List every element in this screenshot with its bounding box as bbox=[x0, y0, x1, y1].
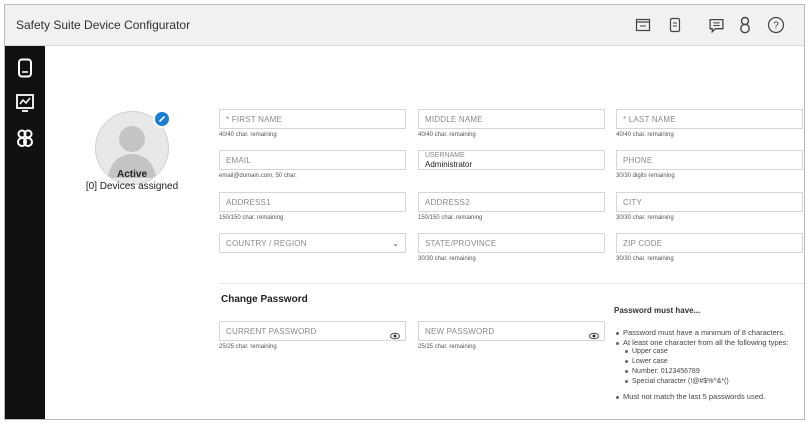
password-rule: Upper case bbox=[625, 348, 668, 355]
user-profile-panel: Active [0] Devices assigned * FIRST NAME… bbox=[45, 46, 804, 419]
password-rule: Must not match the last 5 passwords used… bbox=[616, 392, 765, 401]
username-value: Administrator bbox=[425, 160, 473, 169]
monitor-icon[interactable] bbox=[632, 14, 654, 36]
middle-name-placeholder: MIDDLE NAME bbox=[425, 115, 483, 124]
phone-field[interactable]: PHONE bbox=[616, 150, 803, 170]
devices-assigned: [0] Devices assigned bbox=[85, 181, 179, 192]
eye-icon[interactable] bbox=[390, 327, 400, 345]
app-header: Safety Suite Device Configurator ? bbox=[5, 5, 804, 46]
state-hint: 30/30 char. remaining bbox=[418, 256, 476, 262]
dashboard-icon[interactable] bbox=[13, 91, 37, 115]
password-rules-title: Password must have... bbox=[614, 306, 701, 315]
status-label: Active bbox=[116, 169, 147, 180]
address1-hint: 150/150 char. remaining bbox=[219, 215, 284, 221]
new-password-placeholder: NEW PASSWORD bbox=[425, 327, 495, 336]
device-doc-icon[interactable] bbox=[664, 14, 686, 36]
password-rule: At least one character from all the foll… bbox=[616, 338, 789, 347]
chat-icon[interactable] bbox=[705, 14, 727, 36]
state-field[interactable]: STATE/PROVINCE bbox=[418, 233, 605, 253]
email-placeholder: EMAIL bbox=[226, 156, 252, 165]
phone-placeholder: PHONE bbox=[623, 156, 653, 165]
chevron-down-icon: ⌄ bbox=[392, 239, 399, 248]
current-password-field[interactable]: CURRENT PASSWORD bbox=[219, 321, 406, 341]
first-name-field[interactable]: * FIRST NAME bbox=[219, 109, 406, 129]
last-name-field[interactable]: * LAST NAME bbox=[616, 109, 803, 129]
state-placeholder: STATE/PROVINCE bbox=[425, 239, 497, 248]
first-name-placeholder: * FIRST NAME bbox=[226, 115, 283, 124]
zip-field[interactable]: ZIP CODE bbox=[616, 233, 803, 253]
middle-name-field[interactable]: MIDDLE NAME bbox=[418, 109, 605, 129]
app-window: Safety Suite Device Configurator ? Activ… bbox=[4, 4, 805, 420]
change-password-title: Change Password bbox=[221, 294, 308, 305]
new-password-hint: 25/25 char. remaining bbox=[418, 344, 476, 350]
address1-placeholder: ADDRESS1 bbox=[226, 198, 271, 207]
city-hint: 30/30 char. remaining bbox=[616, 215, 674, 221]
current-password-hint: 25/25 char. remaining bbox=[219, 344, 277, 350]
sidebar bbox=[5, 46, 45, 419]
device-icon[interactable] bbox=[13, 56, 37, 80]
svg-text:?: ? bbox=[773, 21, 779, 32]
address1-field[interactable]: ADDRESS1 bbox=[219, 192, 406, 212]
users-icon[interactable] bbox=[13, 126, 37, 150]
username-field[interactable]: USERNAME Administrator bbox=[418, 150, 605, 170]
zip-hint: 30/30 char. remaining bbox=[616, 256, 674, 262]
last-name-placeholder: * LAST NAME bbox=[623, 115, 676, 124]
address2-field[interactable]: ADDRESS2 bbox=[418, 192, 605, 212]
username-label: USERNAME bbox=[425, 152, 465, 159]
password-rule: Password must have a minimum of 8 charac… bbox=[616, 328, 785, 337]
email-field[interactable]: EMAIL bbox=[219, 150, 406, 170]
pencil-icon bbox=[158, 115, 166, 123]
city-field[interactable]: CITY bbox=[616, 192, 803, 212]
new-password-field[interactable]: NEW PASSWORD bbox=[418, 321, 605, 341]
first-name-hint: 40/40 char. remaining bbox=[219, 132, 277, 138]
help-icon[interactable]: ? bbox=[765, 14, 787, 36]
section-divider bbox=[219, 283, 804, 284]
current-password-placeholder: CURRENT PASSWORD bbox=[226, 327, 317, 336]
zip-placeholder: ZIP CODE bbox=[623, 239, 663, 248]
app-title: Safety Suite Device Configurator bbox=[16, 18, 191, 32]
phone-hint: 30/30 digits remaining bbox=[616, 173, 675, 179]
password-rule: Lower case bbox=[625, 358, 668, 365]
middle-name-hint: 40/40 char. remaining bbox=[418, 132, 476, 138]
country-select[interactable]: COUNTRY / REGION ⌄ bbox=[219, 233, 406, 253]
address2-placeholder: ADDRESS2 bbox=[425, 198, 470, 207]
address2-hint: 150/150 char. remaining bbox=[418, 215, 483, 221]
eye-icon[interactable] bbox=[589, 327, 599, 345]
edit-avatar-button[interactable] bbox=[153, 110, 171, 128]
last-name-hint: 40/40 char. remaining bbox=[616, 132, 674, 138]
password-rule: Number: 0123456789 bbox=[625, 368, 700, 375]
city-placeholder: CITY bbox=[623, 198, 643, 207]
user-icon[interactable] bbox=[734, 14, 756, 36]
email-hint: email@domain.com, 50 char. bbox=[219, 173, 297, 179]
country-placeholder: COUNTRY / REGION bbox=[226, 239, 307, 248]
password-rule: Special character (!@#$%^&*() bbox=[625, 378, 729, 385]
